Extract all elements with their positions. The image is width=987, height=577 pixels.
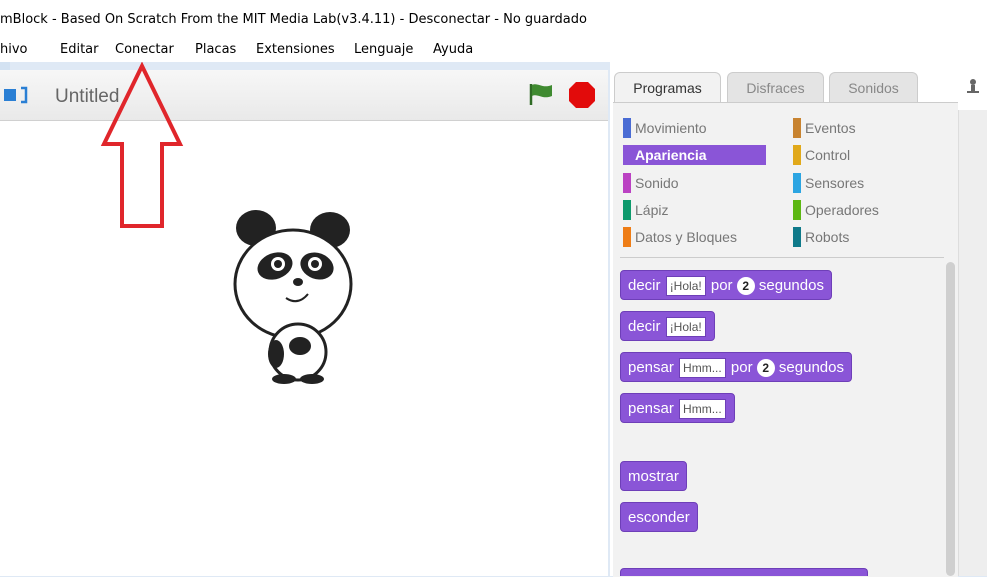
window-title: mBlock - Based On Scratch From the MIT M… xyxy=(0,12,587,27)
menu-lenguaje[interactable]: Lenguaje xyxy=(354,42,413,57)
menu-conectar[interactable]: Conectar xyxy=(115,42,174,57)
category-lapiz[interactable]: Lápiz xyxy=(623,200,668,220)
category-sonido[interactable]: Sonido xyxy=(623,173,679,193)
block-decir-por-segundos[interactable]: decir ¡Hola! por 2 segundos xyxy=(620,270,832,300)
menu-archivo[interactable]: hivo xyxy=(0,42,28,57)
stop-icon[interactable] xyxy=(568,81,596,109)
menu-bar: hivo Editar Conectar Placas Extensiones … xyxy=(0,40,987,62)
category-datos-y-bloques[interactable]: Datos y Bloques xyxy=(623,227,737,247)
menu-ayuda[interactable]: Ayuda xyxy=(433,42,473,57)
category-apariencia[interactable]: Apariencia xyxy=(623,145,766,165)
block-decir[interactable]: decir ¡Hola! xyxy=(620,311,715,341)
category-control[interactable]: Control xyxy=(793,145,850,165)
block-partial[interactable] xyxy=(620,568,868,576)
window-titlebar: mBlock - Based On Scratch From the MIT M… xyxy=(0,0,987,40)
category-eventos[interactable]: Eventos xyxy=(793,118,856,138)
tab-programas[interactable]: Programas xyxy=(614,72,721,102)
green-flag-icon[interactable] xyxy=(528,82,554,106)
block-esconder[interactable]: esconder xyxy=(620,502,698,532)
category-robots[interactable]: Robots xyxy=(793,227,849,247)
block-pensar-por-segundos[interactable]: pensar Hmm... por 2 segundos xyxy=(620,352,852,382)
palette-scrollbar[interactable] xyxy=(946,262,955,576)
block-pensar[interactable]: pensar Hmm... xyxy=(620,393,735,423)
sprite-info-icon[interactable] xyxy=(966,78,980,94)
menu-extensiones[interactable]: Extensiones xyxy=(256,42,335,57)
panda-sprite[interactable] xyxy=(228,204,360,384)
block-mostrar[interactable]: mostrar xyxy=(620,461,687,491)
menu-editar[interactable]: Editar xyxy=(60,42,99,57)
category-sensores[interactable]: Sensores xyxy=(793,173,864,193)
annotation-arrow-icon xyxy=(100,62,184,228)
menu-placas[interactable]: Placas xyxy=(195,42,236,57)
category-movimiento[interactable]: Movimiento xyxy=(623,118,707,138)
category-operadores[interactable]: Operadores xyxy=(793,200,879,220)
palette-divider xyxy=(620,257,944,258)
tab-disfraces[interactable]: Disfraces xyxy=(727,72,824,102)
tab-sonidos[interactable]: Sonidos xyxy=(829,72,918,102)
scripts-area[interactable] xyxy=(958,110,987,576)
stage-mode-icon[interactable] xyxy=(4,85,30,105)
